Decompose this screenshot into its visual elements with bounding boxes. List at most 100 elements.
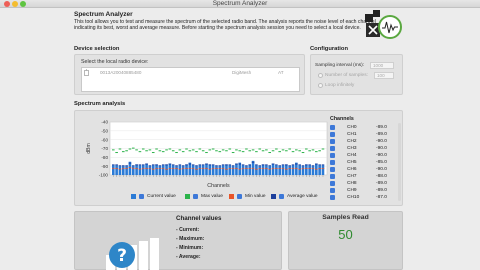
channel-row[interactable]: CH4 -90.0 xyxy=(330,153,398,160)
channel-value: -89.0 xyxy=(376,132,387,137)
average-value-mark xyxy=(318,164,321,166)
current-value-bar xyxy=(285,164,288,175)
average-value-mark xyxy=(225,164,228,166)
current-value-bar xyxy=(318,165,321,175)
current-value-bar xyxy=(208,164,212,175)
current-value-bar xyxy=(191,165,195,175)
average-value-mark xyxy=(248,164,252,166)
channel-checkbox[interactable] xyxy=(330,146,335,151)
min-value-mark xyxy=(185,167,188,169)
max-value-mark xyxy=(261,150,265,152)
average-value-mark xyxy=(158,165,162,167)
min-value-mark xyxy=(208,168,212,170)
max-value-mark xyxy=(161,151,165,153)
average-value-mark xyxy=(118,165,122,167)
min-value-mark xyxy=(178,168,182,170)
min-value-mark xyxy=(118,168,122,170)
current-value-bar xyxy=(135,164,138,175)
min-value-mark xyxy=(311,167,315,169)
average-value-mark xyxy=(308,164,311,166)
current-value-bar xyxy=(321,165,325,175)
channel-row[interactable]: CH5 -85.0 xyxy=(330,160,398,167)
channel-row[interactable]: CH2 -90.0 xyxy=(330,139,398,146)
channel-name: CH0 xyxy=(347,125,357,130)
min-value-mark xyxy=(201,167,205,169)
channel-row[interactable]: CH7 -88.0 xyxy=(330,174,398,181)
average-value-mark xyxy=(191,164,195,166)
channel-checkbox[interactable] xyxy=(330,132,335,137)
max-value-mark xyxy=(305,148,308,150)
max-value-mark xyxy=(311,149,315,151)
current-value-bar xyxy=(181,166,185,175)
channel-checkbox[interactable] xyxy=(330,181,335,186)
min-value-mark xyxy=(161,167,165,169)
min-value-mark xyxy=(165,168,168,170)
samples-read-value: 50 xyxy=(338,227,353,242)
min-value-mark xyxy=(215,167,218,169)
channel-checkbox[interactable] xyxy=(330,125,335,130)
channel-checkbox[interactable] xyxy=(330,160,335,165)
channel-checkbox[interactable] xyxy=(330,153,335,158)
channel-row[interactable]: CH6 -90.0 xyxy=(330,167,398,174)
min-value-mark xyxy=(218,167,222,169)
channel-value: -90.0 xyxy=(376,139,387,144)
channel-value: -87.0 xyxy=(376,195,387,200)
channel-checkbox[interactable] xyxy=(330,167,335,172)
min-value-mark xyxy=(205,167,208,169)
current-value-bar xyxy=(171,165,175,175)
average-value-mark xyxy=(145,163,148,165)
channel-row[interactable]: CH0 -89.0 xyxy=(330,125,398,132)
min-value-mark xyxy=(168,167,172,169)
min-value-mark xyxy=(231,167,235,169)
legend-avg-checkbox[interactable] xyxy=(279,194,284,199)
channel-checkbox[interactable] xyxy=(330,139,335,144)
channel-name: CH4 xyxy=(347,153,357,158)
channel-checkbox[interactable] xyxy=(330,188,335,193)
channel-value: -89.0 xyxy=(376,181,387,186)
average-value-mark xyxy=(245,165,248,167)
channel-row[interactable]: CH3 -90.0 xyxy=(330,146,398,153)
channel-list-scrollbar[interactable] xyxy=(398,123,401,201)
min-value-mark xyxy=(131,167,135,169)
channel-name: CH1 xyxy=(347,132,357,137)
max-value-mark xyxy=(191,149,195,151)
channel-row[interactable]: CH8 -89.0 xyxy=(330,181,398,188)
average-value-mark xyxy=(151,164,155,166)
max-value-mark xyxy=(225,150,228,152)
average-value-mark xyxy=(285,164,288,166)
channel-checkbox[interactable] xyxy=(330,195,335,200)
average-value-mark xyxy=(141,164,145,166)
max-value-mark xyxy=(245,148,248,150)
current-value-bar xyxy=(218,166,222,175)
maximum-value-label: - Maximum: xyxy=(176,236,205,242)
channel-row[interactable]: CH10 -87.0 xyxy=(330,195,398,202)
min-value-mark xyxy=(128,167,132,168)
current-value-bar xyxy=(151,165,155,175)
min-value-mark xyxy=(265,167,268,169)
y-axis-label: dBm xyxy=(86,143,92,153)
legend-avg-label: Average value xyxy=(287,194,318,199)
average-value-mark xyxy=(205,163,208,165)
legend-max-checkbox[interactable] xyxy=(193,194,198,199)
max-value-mark xyxy=(278,151,282,153)
current-value-bar xyxy=(201,165,205,175)
legend-current-checkbox[interactable] xyxy=(139,194,144,199)
channel-checkbox[interactable] xyxy=(330,174,335,179)
max-value-mark xyxy=(115,152,118,154)
channel-row[interactable]: CH1 -89.0 xyxy=(330,132,398,139)
y-tick-label: -100 xyxy=(99,173,109,178)
current-value-bar xyxy=(148,166,152,175)
min-value-mark xyxy=(141,167,145,169)
legend-min-checkbox[interactable] xyxy=(237,194,242,199)
current-value-bar xyxy=(268,166,272,175)
max-value-mark xyxy=(275,148,278,150)
channel-value: -90.0 xyxy=(376,167,387,172)
current-value-bar xyxy=(205,163,208,175)
svg-text:?: ? xyxy=(117,246,127,266)
channel-row[interactable]: CH9 -89.0 xyxy=(330,188,398,195)
average-value-mark xyxy=(255,164,258,166)
min-value-mark xyxy=(171,167,175,169)
min-value-mark xyxy=(288,167,291,169)
current-value-bar xyxy=(231,166,235,175)
max-value-mark xyxy=(211,148,215,150)
